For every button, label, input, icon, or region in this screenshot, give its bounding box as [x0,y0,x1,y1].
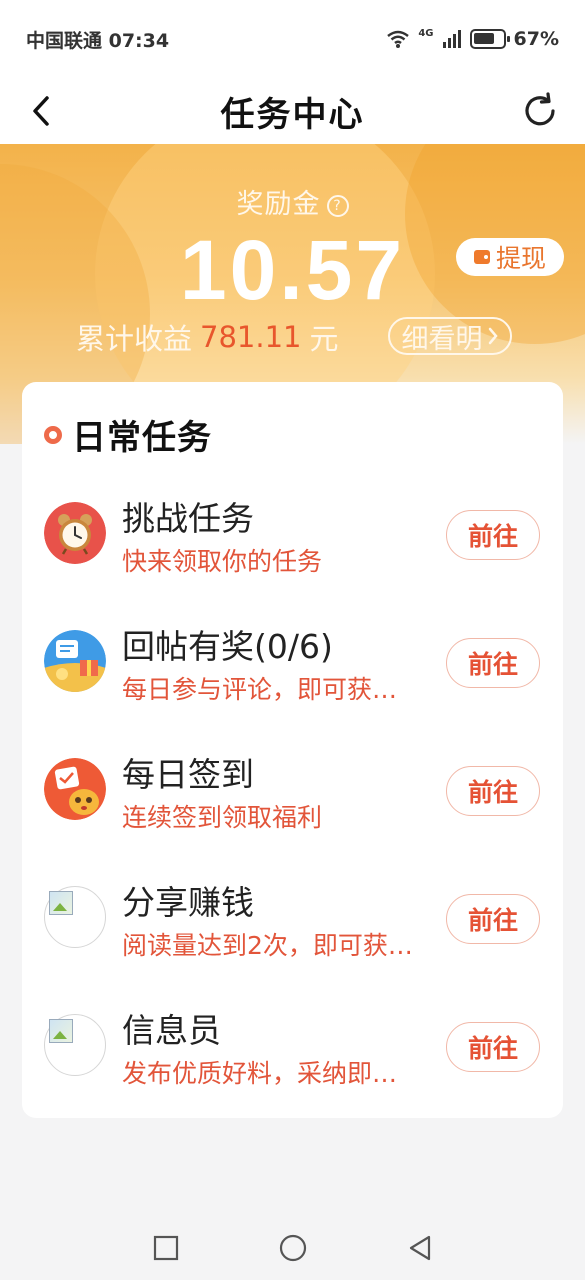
go-button[interactable]: 前往 [446,510,540,560]
recent-apps-icon[interactable] [153,1235,179,1261]
task-name: 每日签到 [122,755,254,794]
task-name: 分享赚钱 [122,883,254,922]
page-title: 任务中心 [220,94,365,135]
go-button[interactable]: 前往 [446,1022,540,1072]
reward-label: 奖励金? [0,182,585,221]
earnings-unit: 元 [309,322,339,356]
chevron-right-icon [488,327,498,345]
task-name: 挑战任务 [122,499,254,538]
broken-image-icon [44,1014,106,1076]
details-label: 细看明 [401,323,483,355]
section-dot-icon [44,425,62,444]
back-nav-icon[interactable] [407,1234,433,1262]
signal-icon [442,30,461,48]
task-item: 挑战任务 快来领取你的任务 前往 [22,492,563,602]
carrier-time: 中国联通 07:34 [26,29,170,52]
task-item: 每日签到 连续签到领取福利 前往 [22,748,563,858]
status-icons: 4G 67% [386,28,559,50]
task-description: 连续签到领取福利 [122,803,323,832]
task-description: 发布优质好料，采纳即可获得奖励 [122,1059,422,1088]
task-description: 每日参与评论，即可获得奖励 [122,675,422,704]
reward-label-text: 奖励金 [236,189,321,220]
withdraw-button[interactable]: 提现 [456,238,564,276]
details-button[interactable]: 细看明 [388,317,512,355]
system-navigation-bar [0,1216,585,1280]
withdraw-label: 提现 [495,244,546,273]
battery-icon [469,29,510,49]
earnings-label: 累计收益 [76,322,193,356]
daily-tasks-card: 日常任务 挑战任务 快来领取你的任务 前往 回帖有奖(0/6) 每日参与评论，即… [22,382,563,1118]
earnings-amount: 781.11 [200,320,302,354]
go-button[interactable]: 前往 [446,766,540,816]
back-button[interactable] [16,86,66,136]
calendar-checkin-icon [44,758,106,820]
card-title: 日常任务 [72,418,212,458]
task-name: 回帖有奖(0/6) [122,627,333,666]
task-item: 回帖有奖(0/6) 每日参与评论，即可获得奖励 前往 [22,620,563,730]
wallet-icon [473,250,490,264]
network-type: 4G [418,28,434,39]
task-description: 阅读量达到2次，即可获得奖励 [122,931,422,960]
help-icon[interactable]: ? [326,194,349,217]
broken-image-icon [44,886,106,948]
status-bar: 中国联通 07:34 4G 67% [0,0,585,78]
refresh-icon [525,92,555,126]
chevron-left-icon [33,96,49,126]
card-header: 日常任务 [44,410,212,459]
nav-bar: 任务中心 [0,78,585,144]
go-button[interactable]: 前往 [446,638,540,688]
task-description: 快来领取你的任务 [122,547,323,576]
refresh-button[interactable] [513,84,567,138]
task-item: 分享赚钱 阅读量达到2次，即可获得奖励 前往 [22,876,563,986]
total-earnings: 累计收益 781.11 元 [76,316,339,358]
comment-gift-icon [44,630,106,692]
battery-level: 67% [513,28,559,50]
wifi-icon [387,30,410,48]
go-button[interactable]: 前往 [446,894,540,944]
task-name: 信息员 [122,1011,221,1050]
task-item: 信息员 发布优质好料，采纳即可获得奖励 前往 [22,1004,563,1114]
alarm-clock-icon [44,502,106,564]
home-icon[interactable] [279,1234,307,1262]
